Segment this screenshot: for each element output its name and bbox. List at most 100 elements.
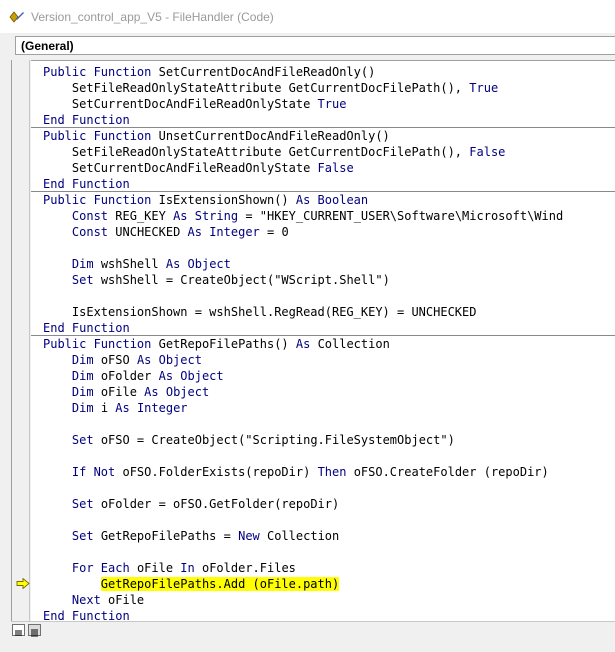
code-token: SetCurrentDocAndFileReadOnlyState — [43, 97, 318, 111]
code-line[interactable]: Dim i As Integer — [31, 400, 615, 416]
code-keyword: Const — [71, 225, 116, 239]
code-line-text: Dim oFolder As Object — [43, 368, 224, 384]
code-keyword: As Object — [158, 369, 224, 383]
code-token: wshShell — [100, 257, 166, 271]
code-editor[interactable]: Public Function SetCurrentDocAndFileRead… — [31, 60, 615, 621]
code-line-text: Dim wshShell As Object — [43, 256, 231, 272]
code-line[interactable]: Dim oFile As Object — [31, 384, 615, 400]
code-keyword: End Function — [43, 609, 130, 621]
code-line[interactable]: SetCurrentDocAndFileReadOnlyState False — [31, 160, 615, 176]
code-keyword: True — [469, 81, 499, 95]
code-keyword: As Object — [136, 353, 202, 367]
code-line[interactable]: For Each oFile In oFolder.Files — [31, 560, 615, 576]
code-line[interactable]: Set oFSO = CreateObject("Scripting.FileS… — [31, 432, 615, 448]
code-line-text: Public Function IsExtensionShown() As Bo… — [43, 192, 368, 208]
full-module-view-button[interactable] — [28, 624, 41, 637]
code-line-text: SetCurrentDocAndFileReadOnlyState False — [43, 160, 354, 176]
code-token: i — [100, 401, 116, 415]
current-code-line[interactable]: GetRepoFilePaths.Add (oFile.path) — [31, 576, 615, 592]
code-token: oFile — [108, 593, 145, 607]
code-line[interactable]: Public Function SetCurrentDocAndFileRead… — [31, 64, 615, 80]
code-keyword: Dim — [71, 369, 101, 383]
code-token: SetFileReadOnlyStateAttribute GetCurrent… — [43, 145, 470, 159]
code-line-text: Set GetRepoFilePaths = New Collection — [43, 528, 339, 544]
code-line[interactable] — [31, 288, 615, 304]
procedure-view-button[interactable] — [12, 624, 25, 636]
code-line[interactable]: Public Function IsExtensionShown() As Bo… — [31, 192, 615, 208]
code-token: oFile — [100, 385, 145, 399]
code-line[interactable]: Dim oFSO As Object — [31, 352, 615, 368]
code-token: = 0 — [259, 225, 289, 239]
code-line[interactable]: If Not oFSO.FolderExists(repoDir) Then o… — [31, 464, 615, 480]
code-line-text: End Function — [43, 608, 130, 621]
code-line[interactable]: Set wshShell = CreateObject("WScript.She… — [31, 272, 615, 288]
object-combo[interactable]: (General) — [15, 36, 615, 55]
code-keyword: If Not — [71, 465, 123, 479]
code-token: UNCHECKED — [115, 225, 188, 239]
code-keyword: Set — [71, 273, 101, 287]
code-token: oFolder = oFSO.GetFolder(repoDir) — [100, 497, 340, 511]
code-token: oFSO.FolderExists(repoDir) — [122, 465, 318, 479]
code-line[interactable] — [31, 512, 615, 528]
code-line-text: Set wshShell = CreateObject("WScript.She… — [43, 272, 390, 288]
procedure-view-icon — [15, 630, 22, 636]
code-token: oFSO.CreateFolder (repoDir) — [353, 465, 549, 479]
code-line-text: Const REG_KEY As String = "HKEY_CURRENT_… — [43, 208, 563, 224]
code-keyword: As Object — [165, 257, 231, 271]
code-line[interactable]: Const REG_KEY As String = "HKEY_CURRENT_… — [31, 208, 615, 224]
code-line[interactable]: Dim oFolder As Object — [31, 368, 615, 384]
code-line[interactable] — [31, 240, 615, 256]
code-keyword: As Integer — [115, 401, 188, 415]
code-line[interactable] — [31, 448, 615, 464]
code-token: REG_KEY — [115, 209, 174, 223]
code-line[interactable]: Set oFolder = oFSO.GetFolder(repoDir) — [31, 496, 615, 512]
code-keyword: As — [295, 337, 318, 351]
code-line[interactable]: End Function — [31, 176, 615, 192]
code-line[interactable]: End Function — [31, 320, 615, 336]
code-keyword: As String — [173, 209, 239, 223]
code-line[interactable]: SetFileReadOnlyStateAttribute GetCurrent… — [31, 144, 615, 160]
code-keyword: New — [238, 529, 267, 543]
code-line[interactable]: End Function — [31, 112, 615, 128]
code-line[interactable]: SetFileReadOnlyStateAttribute GetCurrent… — [31, 80, 615, 96]
code-line[interactable]: Const UNCHECKED As Integer = 0 — [31, 224, 615, 240]
code-token: IsExtensionShown() — [158, 193, 296, 207]
code-line-text: Public Function GetRepoFilePaths() As Co… — [43, 336, 390, 352]
code-keyword: In — [180, 561, 202, 575]
code-keyword: Next — [71, 593, 109, 607]
code-line-text: SetFileReadOnlyStateAttribute GetCurrent… — [43, 80, 498, 96]
code-token: oFolder — [100, 369, 159, 383]
title-bar: Version_control_app_V5 - FileHandler (Co… — [0, 0, 615, 34]
code-line[interactable]: Set GetRepoFilePaths = New Collection — [31, 528, 615, 544]
code-token: Collection — [267, 529, 340, 543]
code-line[interactable]: IsExtensionShown = wshShell.RegRead(REG_… — [31, 304, 615, 320]
code-token: oFile — [136, 561, 181, 575]
code-keyword: Set — [71, 497, 101, 511]
margin-indicator-bar[interactable] — [11, 60, 30, 621]
code-line[interactable]: SetCurrentDocAndFileReadOnlyState True — [31, 96, 615, 112]
code-keyword: For Each — [71, 561, 137, 575]
code-line[interactable]: Next oFile — [31, 592, 615, 608]
procedure-separator — [31, 191, 615, 192]
code-line[interactable] — [31, 480, 615, 496]
horizontal-scrollbar[interactable] — [44, 626, 615, 637]
code-line-text: GetRepoFilePaths.Add (oFile.path) — [43, 576, 340, 592]
code-line[interactable]: Public Function GetRepoFilePaths() As Co… — [31, 336, 615, 352]
code-line[interactable]: Dim wshShell As Object — [31, 256, 615, 272]
code-line-text: End Function — [43, 176, 130, 192]
window-title: Version_control_app_V5 - FileHandler (Co… — [31, 10, 274, 24]
code-line[interactable] — [31, 544, 615, 560]
code-keyword: Set — [71, 529, 101, 543]
code-line[interactable]: End Function — [31, 608, 615, 621]
code-line[interactable] — [31, 416, 615, 432]
code-line-text: End Function — [43, 320, 130, 336]
code-line[interactable]: Public Function UnsetCurrentDocAndFileRe… — [31, 128, 615, 144]
code-keyword: Public Function — [43, 65, 159, 79]
execution-point-arrow-icon — [16, 578, 30, 589]
